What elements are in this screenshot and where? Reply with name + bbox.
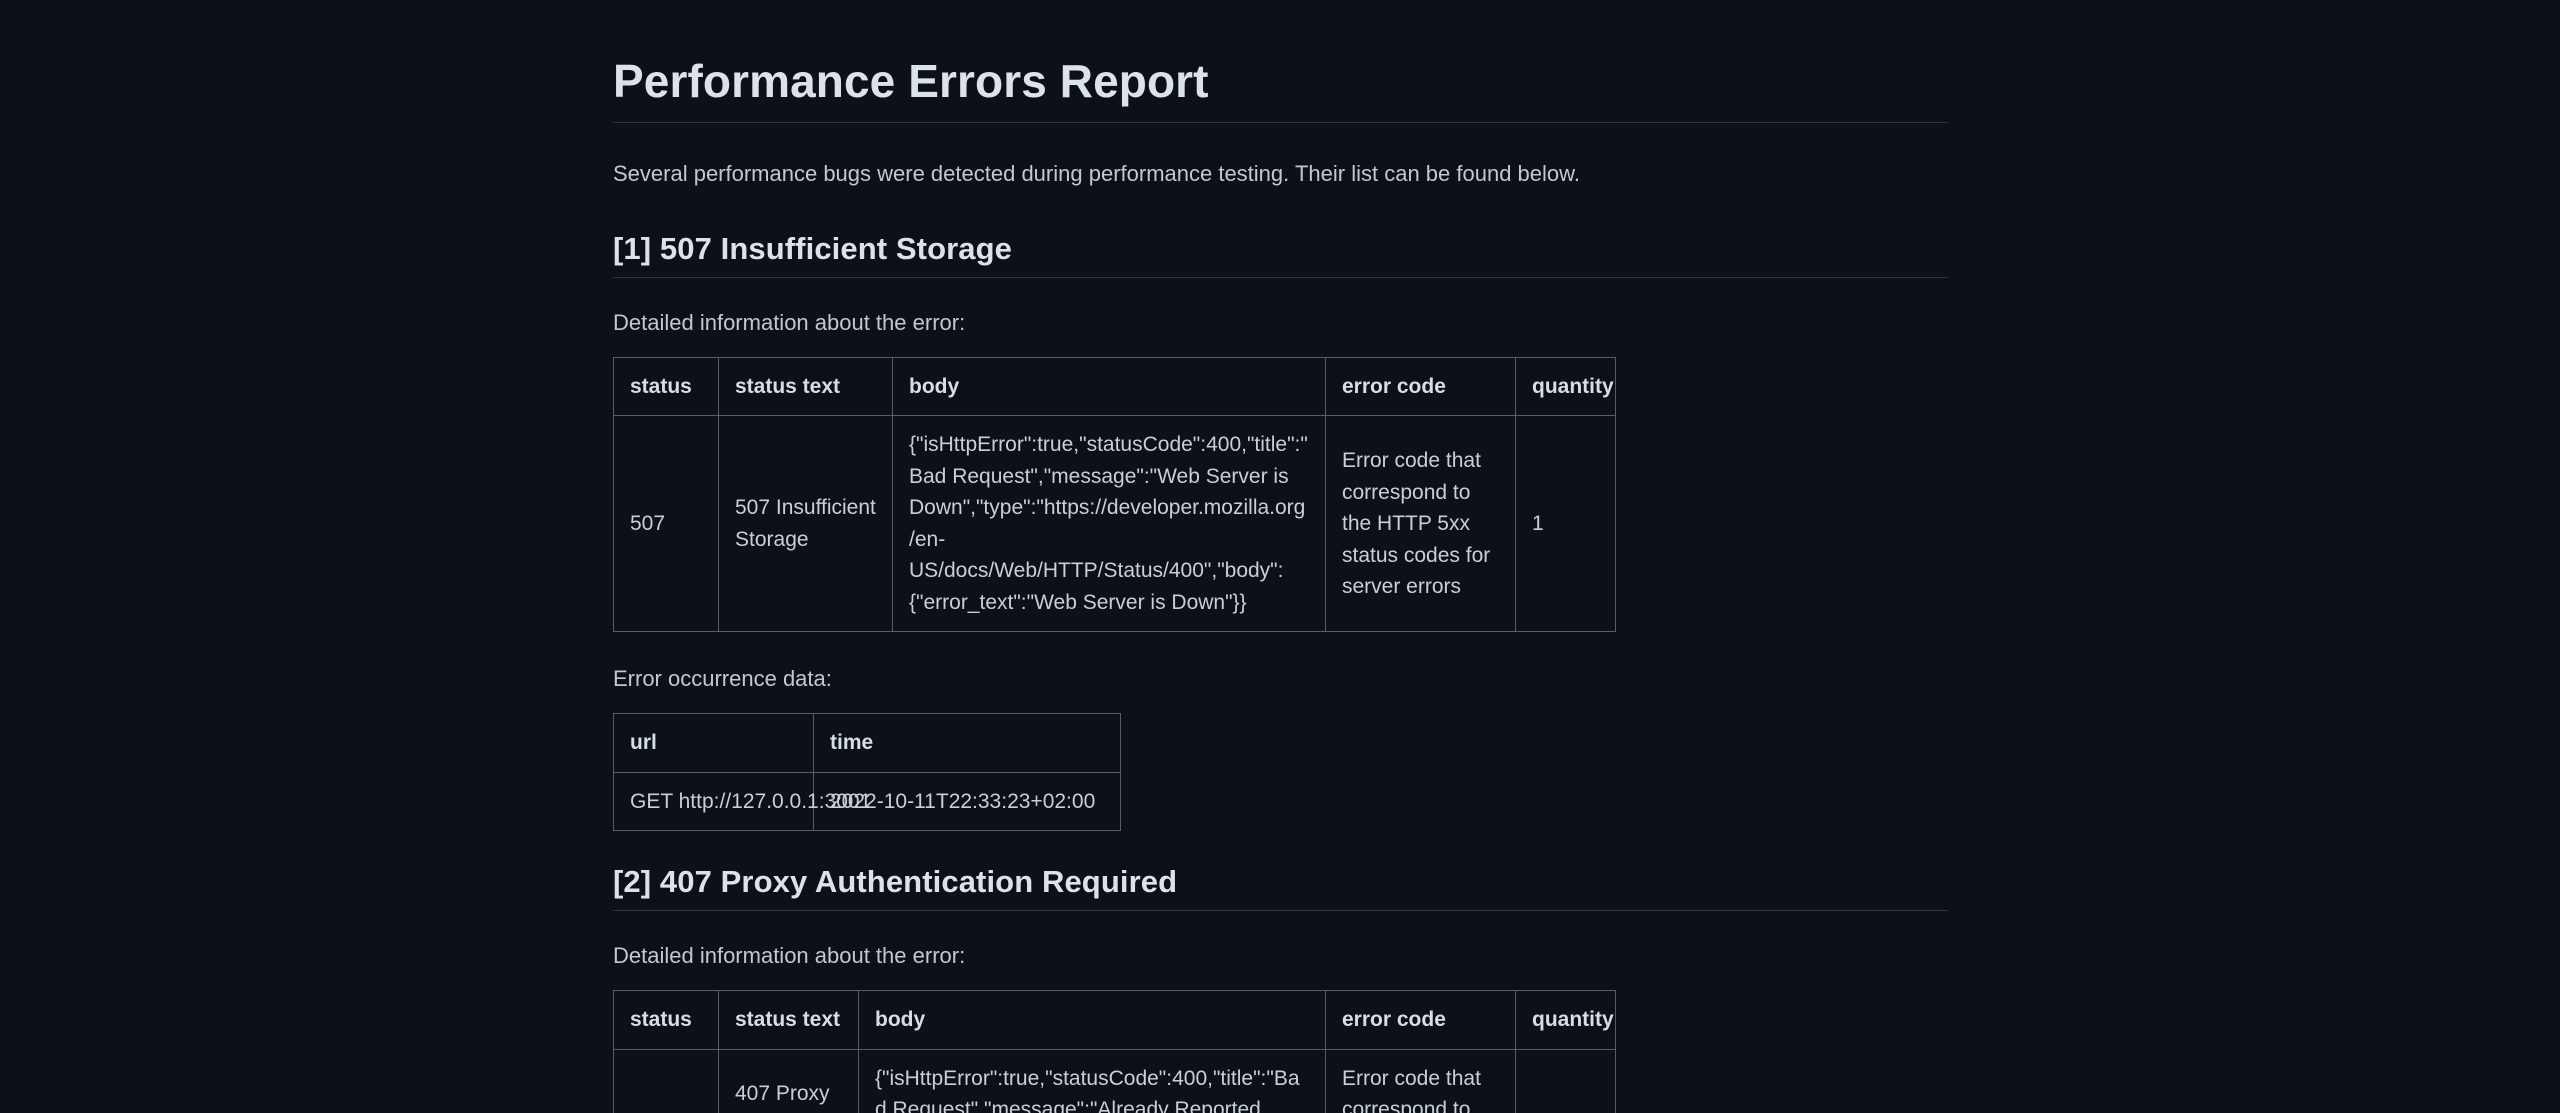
- cell-body: {"isHttpError":true,"statusCode":400,"ti…: [858, 1048, 1326, 1113]
- detail-caption-1: Detailed information about the error:: [613, 310, 966, 336]
- column-header-status-text: status text: [718, 990, 859, 1050]
- cell-status: 507: [613, 415, 719, 633]
- column-header-time: time: [813, 713, 1121, 773]
- error-detail-table-1: status status text body error code quant…: [613, 356, 1616, 633]
- column-header-url: url: [613, 713, 814, 773]
- table-header-row: url time: [613, 713, 1121, 773]
- cell-status-text: 507 Insufficient Storage: [718, 415, 893, 633]
- section-divider-1: [613, 277, 1948, 279]
- cell-error-code: Error code that correspond to: [1325, 1048, 1516, 1113]
- column-header-error-code: error code: [1325, 356, 1516, 417]
- column-header-status: status: [613, 356, 719, 417]
- cell-quantity: 1: [1515, 415, 1616, 633]
- error-section-2: [2] 407 Proxy Authentication Required De…: [613, 863, 1948, 1113]
- section-heading-2: [2] 407 Proxy Authentication Required: [613, 864, 1178, 900]
- occurrence-caption-1: Error occurrence data:: [613, 666, 832, 692]
- section-divider-2: [613, 910, 1948, 912]
- table-header-row: status status text body error code quant…: [613, 356, 1616, 417]
- page-title: Performance Errors Report: [613, 55, 1209, 107]
- error-detail-table-2: status status text body error code quant…: [613, 990, 1616, 1113]
- column-header-body: body: [892, 356, 1326, 417]
- table-header-row: status status text body error code quant…: [613, 990, 1616, 1050]
- column-header-error-code: error code: [1325, 990, 1516, 1050]
- cell-body: {"isHttpError":true,"statusCode":400,"ti…: [892, 415, 1326, 633]
- cell-quantity: [1515, 1048, 1616, 1113]
- column-header-quantity: quantity: [1515, 356, 1616, 417]
- cell-time: 2022-10-11T22:33:23+02:00: [813, 771, 1121, 832]
- cell-url: GET http://127.0.0.1:3001: [613, 771, 871, 832]
- detail-caption-2: Detailed information about the error:: [613, 943, 966, 969]
- table-row: 407 Proxy {"isHttpError":true,"statusCod…: [613, 1048, 1616, 1113]
- report-content: Performance Errors Report Several perfor…: [613, 55, 1948, 1113]
- table-row: GET http://127.0.0.1:3001 2022-10-11T22:…: [613, 771, 1121, 832]
- section-heading-1: [1] 507 Insufficient Storage: [613, 230, 1013, 266]
- error-occurrence-table-1: url time GET http://127.0.0.1:3001 2022-…: [613, 713, 1121, 832]
- cell-status-text: 407 Proxy: [718, 1048, 859, 1113]
- column-header-quantity: quantity: [1515, 990, 1616, 1050]
- column-header-status-text: status text: [718, 356, 893, 417]
- column-header-status: status: [613, 990, 719, 1050]
- error-section-1: [1] 507 Insufficient Storage Detailed in…: [613, 230, 1948, 832]
- report-intro-text: Several performance bugs were detected d…: [613, 160, 1580, 186]
- cell-status: [613, 1048, 719, 1113]
- title-divider: [613, 121, 1948, 123]
- report-page: Performance Errors Report Several perfor…: [0, 0, 2560, 1113]
- table-row: 507 507 Insufficient Storage {"isHttpErr…: [613, 415, 1616, 633]
- cell-error-code: Error code that correspond to the HTTP 5…: [1325, 415, 1516, 633]
- column-header-body: body: [858, 990, 1326, 1050]
